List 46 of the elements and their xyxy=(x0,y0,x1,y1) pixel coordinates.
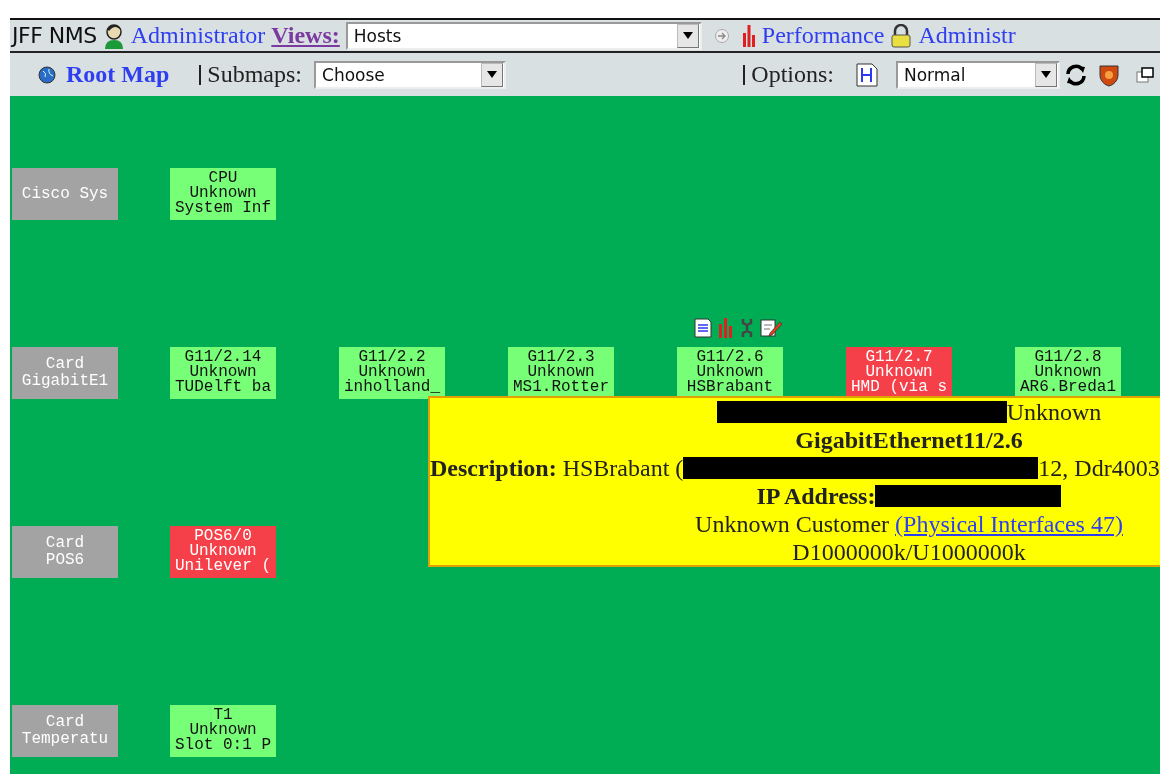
ip-address-label: IP Address: xyxy=(756,482,876,510)
map-node[interactable]: G11/2.14 Unknown TUDelft ba xyxy=(170,347,276,399)
user-link[interactable]: Administrator xyxy=(130,22,266,49)
submaps-select[interactable]: Choose xyxy=(314,60,506,89)
dropdown-button[interactable] xyxy=(676,23,699,48)
nav-link[interactable]: Administr xyxy=(918,22,1016,49)
lock-icon xyxy=(890,23,913,48)
options-select[interactable]: Normal xyxy=(896,60,1060,89)
customer-text: Unknown Customer xyxy=(695,510,890,538)
app-title: JFF NMS xyxy=(12,23,97,48)
map-node[interactable]: G11/2.3 Unknown MS1.Rotter xyxy=(508,347,614,399)
shield-icon[interactable] xyxy=(1098,62,1120,87)
dropdown-button[interactable] xyxy=(1035,62,1057,87)
document-icon[interactable] xyxy=(694,318,712,338)
refresh-icon[interactable] xyxy=(1064,63,1088,86)
go-icon[interactable] xyxy=(713,27,730,44)
map-node[interactable]: T1 Unknown Slot 0:1 P xyxy=(170,705,276,757)
map-node[interactable]: G11/2.7 Unknown HMD (via s xyxy=(846,347,952,399)
submaps-label: Submaps: xyxy=(207,61,302,88)
nav-link[interactable]: Performance xyxy=(761,22,885,49)
map-node[interactable]: G11/2.6 Unknown HSBrabant xyxy=(677,347,783,399)
description-text: 12, Ddr4003 xyxy=(1038,454,1160,482)
options-label: Options: xyxy=(751,61,834,88)
map-node[interactable]: CPU Unknown System Inf xyxy=(170,168,276,220)
description-text: HSBrabant ( xyxy=(562,454,684,482)
root-map-link[interactable]: Root Map xyxy=(66,61,170,88)
document-icon[interactable] xyxy=(856,62,878,87)
caret-icon xyxy=(487,71,497,78)
tooltip-title: GigabitEthernet11/2.6 xyxy=(795,426,1023,454)
bandwidth-text: D1000000k/U1000000k xyxy=(792,538,1026,565)
tooltip-status: Unknown xyxy=(1006,398,1102,426)
wrench-icon[interactable] xyxy=(740,318,754,338)
dropdown-button[interactable] xyxy=(481,62,503,87)
bar-chart-icon xyxy=(741,24,756,47)
description-label: Description: xyxy=(430,454,557,482)
map-node[interactable]: G11/2.2 Unknown inholland_ xyxy=(339,347,445,399)
views-select[interactable]: Hosts xyxy=(345,21,702,50)
globe-icon xyxy=(38,65,56,84)
views-link[interactable]: Views: xyxy=(271,22,340,49)
map-node[interactable]: POS6/0 Unknown Unilever ( xyxy=(170,526,276,578)
caret-icon xyxy=(682,32,693,39)
window-icon[interactable] xyxy=(1136,66,1154,83)
caret-icon xyxy=(1041,71,1051,78)
edit-icon[interactable] xyxy=(760,318,782,338)
map-node[interactable]: G11/2.8 Unknown AR6.Breda1 xyxy=(1015,347,1121,399)
physical-interfaces-link[interactable]: (Physical Interfaces 47) xyxy=(895,510,1123,538)
